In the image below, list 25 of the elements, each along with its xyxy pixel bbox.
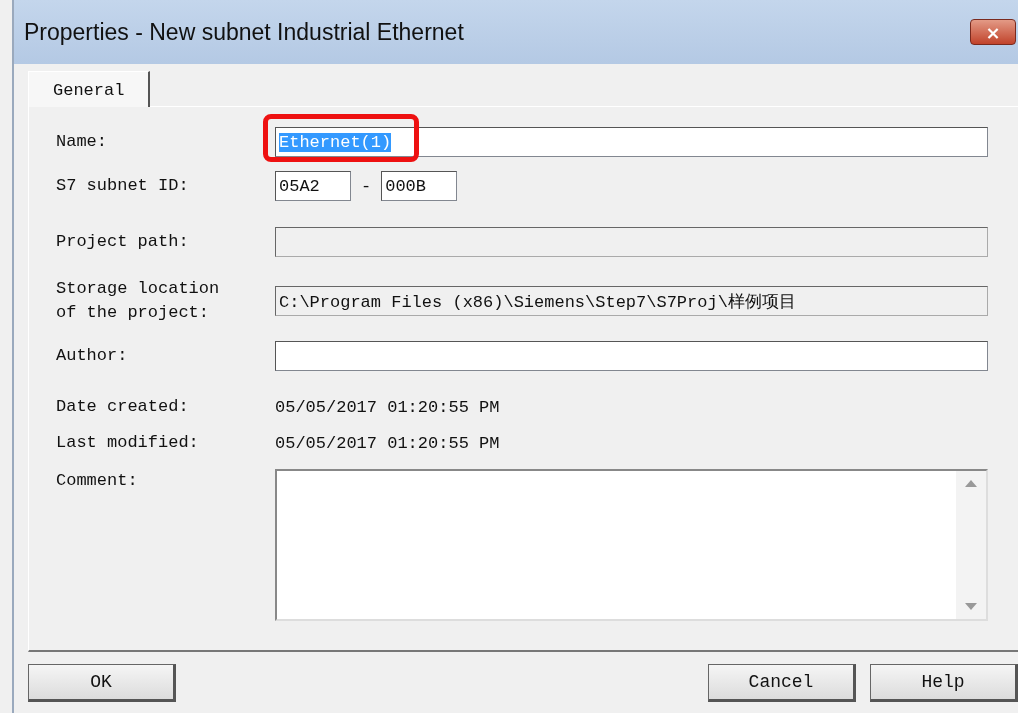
field-value: Ethernet(1): [279, 132, 392, 152]
separator-text: -: [361, 176, 372, 196]
field-label: Project path:: [56, 231, 190, 253]
dialog-button[interactable]: Cancel: [708, 664, 856, 702]
field-label: Comment:: [56, 470, 139, 492]
field-label: Storage location of the project:: [56, 278, 221, 324]
ok-button[interactable]: OK: [28, 664, 176, 702]
field-label: S7 subnet ID:: [56, 175, 190, 197]
window-title: Properties - New subnet Industrial Ethernet: [24, 18, 464, 46]
date-text: 05/05/2017 01:20:55 PM: [275, 397, 501, 417]
text-field[interactable]: [275, 341, 988, 371]
comment-field[interactable]: [275, 469, 988, 621]
scrollbar[interactable]: [956, 471, 986, 619]
field-label: Date created:: [56, 396, 190, 418]
text-field[interactable]: 05A2: [275, 171, 351, 201]
field-label: Name:: [56, 131, 108, 153]
scroll-down-icon[interactable]: [965, 603, 977, 611]
tab[interactable]: General: [28, 71, 151, 107]
field-label: Author:: [56, 345, 129, 367]
date-text: 05/05/2017 01:20:55 PM: [275, 433, 501, 453]
text-field[interactable]: 000B: [381, 171, 458, 201]
scroll-up-icon[interactable]: [965, 479, 977, 487]
close-button[interactable]: ×: [970, 19, 1016, 45]
dialog-button[interactable]: Help: [870, 664, 1018, 702]
field-label: Last modified:: [56, 432, 200, 454]
